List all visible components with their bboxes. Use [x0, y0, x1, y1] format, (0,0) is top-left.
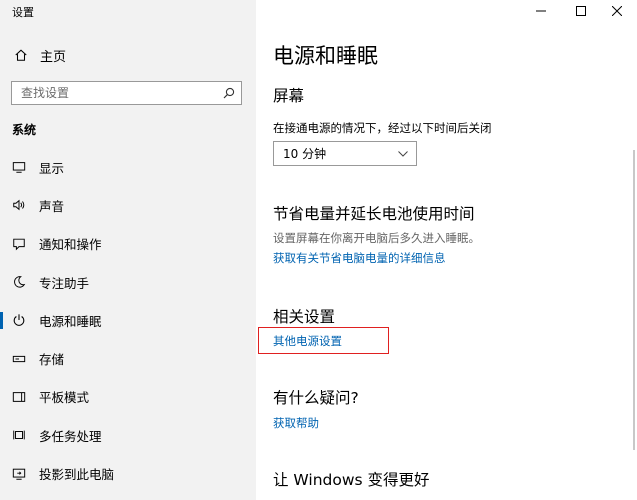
maximize-button[interactable] [561, 0, 601, 22]
home-icon [15, 49, 27, 61]
sidebar-item-power-sleep[interactable]: 电源和睡眠 [0, 301, 256, 339]
search-box[interactable] [11, 81, 242, 105]
maximize-icon [576, 6, 586, 16]
sidebar-item-multitasking[interactable]: 多任务处理 [0, 416, 256, 454]
sidebar-item-focus-assist[interactable]: 专注助手 [0, 263, 256, 301]
multitasking-icon [13, 430, 25, 440]
sidebar-nav: 显示 声音 通知和操作 专注助手 电源和睡眠 存储 平板模式 多任务处理 投影到… [0, 148, 256, 493]
power-icon [13, 314, 25, 327]
home-label: 主页 [40, 49, 67, 65]
sidebar-item-label: 声音 [39, 198, 65, 214]
scrollbar[interactable] [633, 150, 635, 450]
tablet-mode-icon [12, 392, 26, 402]
screen-heading: 屏幕 [273, 87, 305, 105]
window-title: 设置 [12, 6, 34, 19]
sidebar-item-label: 显示 [39, 160, 65, 176]
sidebar-item-projecting[interactable]: 投影到此电脑 [0, 454, 256, 492]
battery-heading: 节省电量并延长电池使用时间 [273, 205, 475, 223]
sidebar-item-label: 通知和操作 [39, 237, 102, 253]
sidebar-item-label: 电源和睡眠 [39, 313, 102, 329]
additional-power-settings-link[interactable]: 其他电源设置 [273, 333, 342, 349]
related-settings-heading: 相关设置 [273, 308, 336, 326]
close-button[interactable] [597, 0, 637, 22]
storage-icon [12, 355, 26, 362]
get-help-link[interactable]: 获取帮助 [273, 415, 319, 431]
page-title: 电源和睡眠 [273, 44, 378, 68]
battery-info-link[interactable]: 获取有关节省电脑电量的详细信息 [273, 250, 446, 266]
minimize-icon [536, 10, 546, 12]
sidebar-item-storage[interactable]: 存储 [0, 339, 256, 377]
improve-windows-heading: 让 Windows 变得更好 [273, 471, 430, 489]
sidebar-item-tablet-mode[interactable]: 平板模式 [0, 378, 256, 416]
screen-timeout-label: 在接通电源的情况下，经过以下时间后关闭 [273, 121, 492, 135]
dropdown-value: 10 分钟 [283, 147, 327, 161]
section-label-system: 系统 [12, 123, 37, 137]
close-icon [612, 6, 622, 16]
projecting-icon [12, 468, 26, 480]
battery-description: 设置屏幕在你离开电脑后多久进入睡眠。 [273, 231, 480, 245]
focus-assist-icon [14, 276, 26, 288]
sidebar-item-display[interactable]: 显示 [0, 148, 256, 186]
search-icon[interactable] [223, 87, 235, 99]
search-input[interactable] [21, 86, 211, 100]
sidebar-item-label: 平板模式 [39, 390, 90, 406]
sidebar-item-label: 多任务处理 [39, 428, 102, 444]
sidebar-item-notifications[interactable]: 通知和操作 [0, 225, 256, 263]
sidebar-item-label: 专注助手 [39, 275, 90, 291]
main-content: 电源和睡眠 屏幕 在接通电源的情况下，经过以下时间后关闭 10 分钟 节省电量并… [256, 0, 637, 500]
minimize-button[interactable] [521, 0, 561, 22]
sidebar-item-label: 存储 [39, 352, 65, 368]
home-nav-item[interactable]: 主页 [14, 44, 66, 66]
sound-icon [13, 200, 25, 211]
sidebar-item-sound[interactable]: 声音 [0, 186, 256, 224]
screen-timeout-dropdown[interactable]: 10 分钟 [273, 141, 417, 166]
notification-icon [13, 238, 25, 251]
display-icon [12, 162, 26, 173]
sidebar: 设置 主页 系统 显示 声音 通知和操作 专注助手 电源和睡眠 [0, 0, 256, 500]
chevron-down-icon [398, 151, 408, 157]
sidebar-item-label: 投影到此电脑 [39, 467, 115, 483]
help-heading: 有什么疑问? [273, 389, 359, 407]
